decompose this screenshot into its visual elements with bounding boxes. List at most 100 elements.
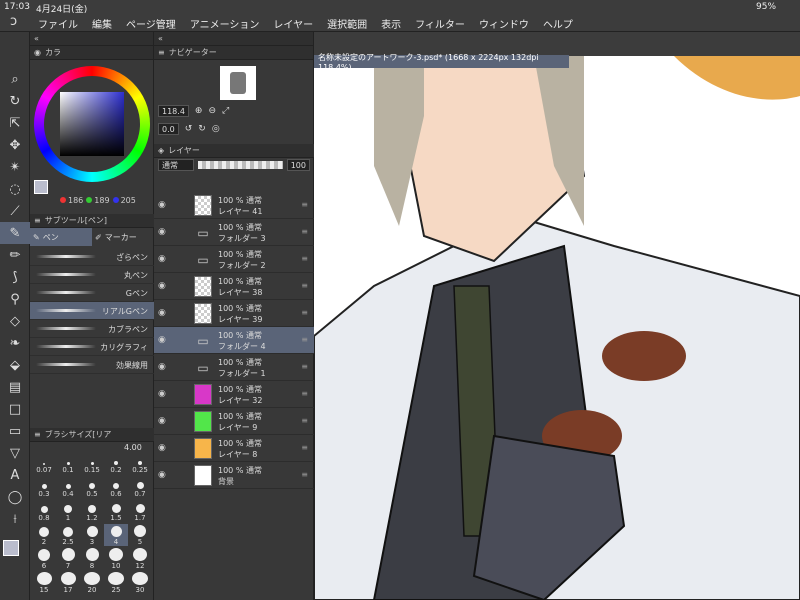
brush-size-cell[interactable]: 0.15 (80, 452, 104, 474)
eye-icon[interactable]: ◉ (158, 389, 166, 399)
brush-size-cell[interactable]: 1.2 (80, 500, 104, 522)
opacity-field[interactable]: 100 (286, 159, 310, 171)
brush-size-cell[interactable]: 0.25 (128, 452, 152, 474)
frame-tool-icon[interactable]: ▭ (0, 420, 30, 442)
magic-wand-icon[interactable]: ✴ (0, 156, 30, 178)
brush-item[interactable]: カリグラフィ (30, 338, 154, 356)
brush-size-cell[interactable]: 7 (56, 548, 80, 570)
layer-row[interactable]: ◉ ▭ 100 % 通常 フォルダー 4 ≡ (154, 327, 314, 354)
layer-row[interactable]: ◉ 100 % 通常 レイヤー 39 ≡ (154, 300, 314, 327)
brush-size-cell[interactable]: 25 (104, 572, 128, 594)
brush-size-cell[interactable]: 1.7 (128, 500, 152, 522)
menu-lines-icon[interactable]: ≡ (158, 48, 165, 57)
eraser-tool-icon[interactable]: ◇ (0, 310, 30, 332)
eye-icon[interactable]: ◉ (158, 281, 166, 291)
menu-page[interactable]: ページ管理 (126, 16, 176, 31)
drag-handle-icon[interactable]: ≡ (301, 470, 308, 479)
zoom-tool-icon[interactable]: ⌕ (0, 68, 30, 90)
rotate-tool-icon[interactable]: ↻ (0, 90, 30, 112)
brush-item-active[interactable]: リアルGペン (30, 302, 154, 320)
opacity-slider[interactable] (198, 161, 283, 169)
color-tab[interactable]: カラ (45, 47, 61, 58)
drag-handle-icon[interactable]: ≡ (301, 281, 308, 290)
drag-handle-icon[interactable]: ≡ (301, 389, 308, 398)
brush-size-cell[interactable]: 12 (128, 548, 152, 570)
drag-handle-icon[interactable]: ≡ (301, 335, 308, 344)
zoom-out-icon[interactable]: ⊖ (208, 106, 216, 116)
brush-size-cell[interactable]: 17 (56, 572, 80, 594)
eyedropper-icon[interactable]: ⟋ (0, 200, 30, 222)
layer-row[interactable]: ◉ 100 % 通常 レイヤー 9 ≡ (154, 408, 314, 435)
lasso-icon[interactable]: ◌ (0, 178, 30, 200)
menu-file[interactable]: ファイル (38, 16, 78, 31)
pencil-tool-icon[interactable]: ✏ (0, 244, 30, 266)
brush-size-cell[interactable]: 2 (32, 524, 56, 546)
layer-row[interactable]: ◉ 100 % 通常 レイヤー 38 ≡ (154, 273, 314, 300)
brush-size-cell[interactable]: 0.8 (32, 500, 56, 522)
brush-size-cell[interactable]: 6 (32, 548, 56, 570)
color-square[interactable] (60, 92, 124, 156)
drag-handle-icon[interactable]: ≡ (301, 254, 308, 263)
drag-handle-icon[interactable]: ≡ (301, 362, 308, 371)
brush-size-cell[interactable]: 0.7 (128, 476, 152, 498)
brush-size-cell[interactable]: 15 (32, 572, 56, 594)
eye-icon[interactable]: ◉ (158, 254, 166, 264)
layer-row[interactable]: ◉ 100 % 通常 背景 ≡ (154, 462, 314, 489)
layer-row[interactable]: ◉ 100 % 通常 レイヤー 32 ≡ (154, 381, 314, 408)
layer-tab[interactable]: レイヤー (168, 145, 200, 156)
tab-pen[interactable]: ✎ ペン (30, 228, 92, 246)
menu-help[interactable]: ヘルプ (543, 16, 573, 31)
rotate-left-icon[interactable]: ↺ (185, 124, 193, 134)
eye-icon[interactable]: ◉ (158, 443, 166, 453)
artwork-canvas[interactable] (314, 56, 800, 600)
layer-row[interactable]: ◉ ▭ 100 % 通常 フォルダー 2 ≡ (154, 246, 314, 273)
brush-size-cell[interactable]: 10 (104, 548, 128, 570)
eye-icon[interactable]: ◉ (158, 362, 166, 372)
brush-size-cell[interactable]: 2.5 (56, 524, 80, 546)
brush-item[interactable]: カブラペン (30, 320, 154, 338)
navigator-thumbnail[interactable] (220, 66, 256, 100)
zoom-field[interactable]: 118.4 (158, 105, 189, 117)
layer-row[interactable]: ◉ 100 % 通常 レイヤー 41 ≡ (154, 192, 314, 219)
navigator-tab[interactable]: ナビゲーター (169, 47, 217, 58)
brush-size-cell[interactable]: 0.4 (56, 476, 80, 498)
fit-icon[interactable]: ⤢ (222, 106, 229, 116)
layer-row[interactable]: ◉ ▭ 100 % 通常 フォルダー 1 ≡ (154, 354, 314, 381)
zoom-in-icon[interactable]: ⊕ (195, 106, 203, 116)
fill-tool-icon[interactable]: ⬙ (0, 354, 30, 376)
brush-item[interactable]: 丸ペン (30, 266, 154, 284)
brush-size-cell[interactable]: 0.5 (80, 476, 104, 498)
menu-layer[interactable]: レイヤー (273, 16, 313, 31)
color-wheel[interactable] (34, 66, 150, 182)
text-tool-icon[interactable]: A (0, 464, 30, 486)
figure-tool-icon[interactable]: □ (0, 398, 30, 420)
collapse-icon[interactable]: « (158, 34, 163, 43)
brush-size-cell[interactable]: 5 (128, 524, 152, 546)
blend-tool-icon[interactable]: ❧ (0, 332, 30, 354)
menu-lines-icon[interactable]: ≡ (34, 430, 41, 439)
app-logo-icon[interactable]: ↄ (10, 14, 17, 29)
drag-handle-icon[interactable]: ≡ (301, 308, 308, 317)
eye-icon[interactable]: ◉ (158, 308, 166, 318)
brush-size-cell[interactable]: 0.2 (104, 452, 128, 474)
brush-size-cell[interactable]: 8 (80, 548, 104, 570)
brush-size-cell[interactable]: 1.5 (104, 500, 128, 522)
brush-item[interactable]: 効果線用 (30, 356, 154, 374)
rotate-right-icon[interactable]: ↻ (198, 124, 206, 134)
move-tool-icon[interactable]: ✥ (0, 134, 30, 156)
menu-selection[interactable]: 選択範囲 (327, 16, 367, 31)
brush-tool-icon[interactable]: ⟆ (0, 266, 30, 288)
eye-icon[interactable]: ◉ (158, 200, 166, 210)
collapse-icon[interactable]: « (34, 34, 39, 43)
menu-lines-icon[interactable]: ≡ (34, 216, 41, 225)
eye-icon[interactable]: ◉ (158, 416, 166, 426)
menu-window[interactable]: ウィンドウ (479, 16, 529, 31)
object-tool-icon[interactable]: ⇱ (0, 112, 30, 134)
eye-icon[interactable]: ◉ (158, 470, 166, 480)
eye-icon[interactable]: ◉ (158, 335, 166, 345)
brush-item[interactable]: ざらペン (30, 248, 154, 266)
gradient-tool-icon[interactable]: ▤ (0, 376, 30, 398)
current-color-swatch[interactable] (34, 180, 48, 194)
brush-size-cell[interactable]: 4 (104, 524, 128, 546)
pen-tool-icon[interactable]: ✎ (0, 222, 30, 244)
